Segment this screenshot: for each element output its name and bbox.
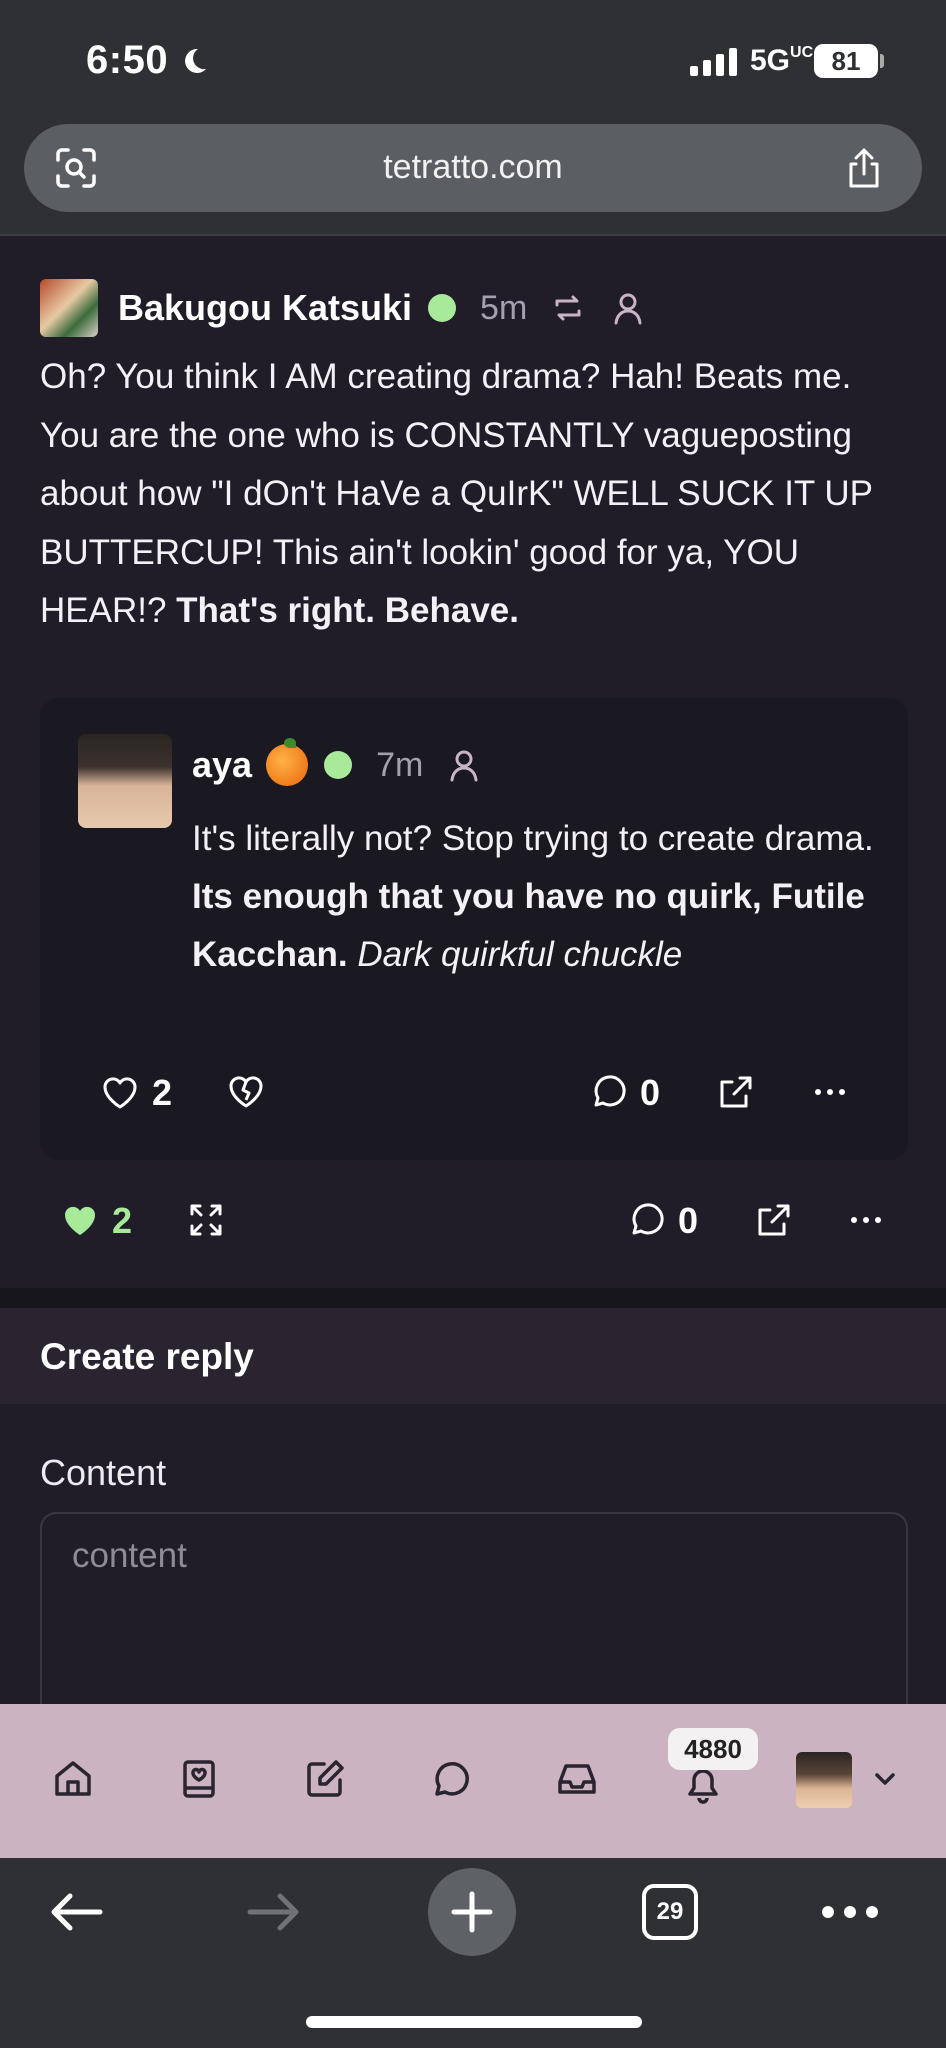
section-divider xyxy=(0,1288,946,1308)
menu-more-icon[interactable] xyxy=(820,1898,880,1926)
quoted-age[interactable]: 7m xyxy=(376,746,423,785)
tabs-button[interactable]: 29 xyxy=(642,1884,698,1940)
repost-icon xyxy=(555,295,581,321)
expand-button[interactable] xyxy=(186,1200,226,1240)
moon-icon xyxy=(185,48,207,73)
open-button[interactable] xyxy=(754,1200,794,1240)
more-button[interactable] xyxy=(810,1072,850,1112)
signal-icon xyxy=(690,46,737,76)
dislike-button[interactable] xyxy=(226,1072,266,1112)
post-age[interactable]: 5m xyxy=(480,289,527,328)
comment-button[interactable]: 0 xyxy=(588,1072,660,1114)
quoted-author[interactable]: aya xyxy=(192,744,252,786)
time-text: 6:50 xyxy=(86,38,169,82)
open-button[interactable] xyxy=(716,1072,756,1112)
chat-icon[interactable] xyxy=(428,1756,474,1802)
new-tab-button[interactable] xyxy=(428,1868,516,1956)
quoted-post[interactable]: aya 7m It's literally not? Stop trying t… xyxy=(40,698,908,1160)
notification-badge[interactable]: 4880 xyxy=(668,1728,758,1770)
reply-header: Create reply xyxy=(0,1308,946,1404)
plus-icon xyxy=(451,1891,493,1933)
status-time: 6:50 xyxy=(86,38,210,83)
content-placeholder: content xyxy=(72,1536,187,1575)
external-link-icon xyxy=(720,1076,752,1108)
forward-arrow-icon[interactable] xyxy=(246,1888,302,1936)
online-indicator xyxy=(324,751,353,779)
inbox-icon[interactable] xyxy=(554,1756,600,1802)
post-text-bold: That's right. Behave. xyxy=(176,591,519,630)
online-indicator xyxy=(428,294,457,322)
network-type: 5GUC xyxy=(750,44,814,77)
quoted-text-italic: Dark quirkful chuckle xyxy=(357,935,683,974)
browser-url-area: tetratto.com xyxy=(0,122,946,236)
like-button[interactable]: 2 xyxy=(100,1072,172,1114)
battery-nub xyxy=(880,54,884,68)
url-text[interactable]: tetratto.com xyxy=(24,148,922,187)
reply-title: Create reply xyxy=(40,1336,254,1377)
external-link-icon xyxy=(758,1204,790,1236)
post-author[interactable]: Bakugou Katsuki xyxy=(118,287,412,329)
comment-button[interactable]: 0 xyxy=(626,1200,698,1242)
battery-icon: 81 xyxy=(814,44,878,78)
more-button[interactable] xyxy=(846,1200,886,1240)
quoted-text: It's literally not? Stop trying to creat… xyxy=(192,819,874,858)
user-icon xyxy=(614,293,642,325)
app-nav: 4880 xyxy=(0,1704,946,1858)
status-bar: 6:50 5GUC 81 xyxy=(0,0,946,122)
like-button[interactable]: 2 xyxy=(60,1200,132,1242)
post-content: Oh? You think I AM creating drama? Hah! … xyxy=(40,348,910,641)
quoted-header: aya 7m xyxy=(192,738,483,786)
like-count: 2 xyxy=(152,1072,173,1113)
journal-icon[interactable] xyxy=(176,1756,222,1802)
heart-icon xyxy=(103,1077,137,1109)
more-icon xyxy=(815,1089,845,1095)
address-bar[interactable]: tetratto.com xyxy=(24,124,922,212)
content-label: Content xyxy=(40,1452,167,1493)
comment-icon xyxy=(594,1075,626,1107)
comment-icon xyxy=(632,1203,664,1235)
orange-emoji-icon xyxy=(266,738,309,786)
expand-icon xyxy=(190,1204,222,1236)
home-indicator xyxy=(306,2016,642,2028)
heart-filled-icon xyxy=(64,1206,96,1235)
share-icon[interactable] xyxy=(842,146,886,190)
back-arrow-icon[interactable] xyxy=(48,1888,104,1936)
avatar[interactable] xyxy=(78,734,172,828)
quoted-content: It's literally not? Stop trying to creat… xyxy=(192,810,882,984)
comment-count: 0 xyxy=(678,1200,699,1241)
more-icon xyxy=(851,1217,881,1223)
like-count: 2 xyxy=(112,1200,133,1241)
post-header: Bakugou Katsuki 5m xyxy=(40,278,647,338)
edit-icon[interactable] xyxy=(302,1756,348,1802)
comment-count: 0 xyxy=(640,1072,661,1113)
post-text: Oh? You think I AM creating drama? Hah! … xyxy=(40,357,873,630)
avatar[interactable] xyxy=(40,279,98,337)
home-icon[interactable] xyxy=(50,1756,96,1802)
user-icon xyxy=(450,750,478,782)
content-input[interactable]: content xyxy=(40,1512,908,1712)
profile-avatar[interactable] xyxy=(796,1752,852,1808)
broken-heart-icon xyxy=(229,1076,263,1108)
tabs-count: 29 xyxy=(656,1898,684,1925)
chevron-down-icon[interactable] xyxy=(868,1762,902,1796)
